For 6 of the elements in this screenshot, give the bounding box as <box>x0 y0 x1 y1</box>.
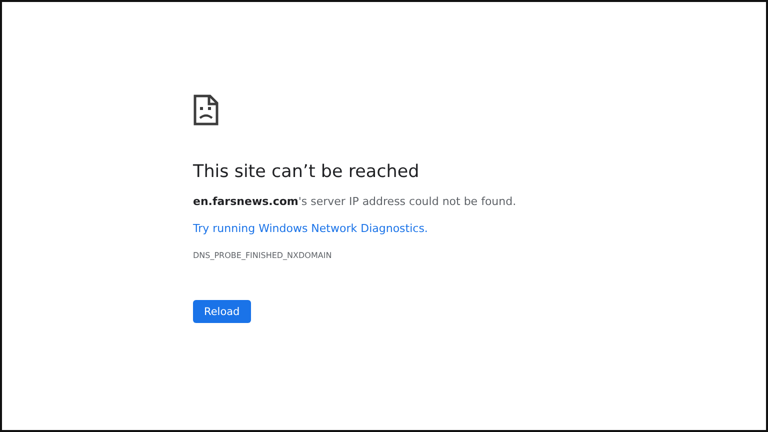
reload-button[interactable]: Reload <box>193 300 251 323</box>
sad-page-icon <box>193 94 219 126</box>
error-message: en.farsnews.com's server IP address could not be found. <box>193 195 516 208</box>
diagnostics-link[interactable]: Try running Windows Network Diagnostics. <box>193 222 428 235</box>
error-title: This site can’t be reached <box>193 161 420 184</box>
error-code: DNS_PROBE_FINISHED_NXDOMAIN <box>193 251 332 260</box>
